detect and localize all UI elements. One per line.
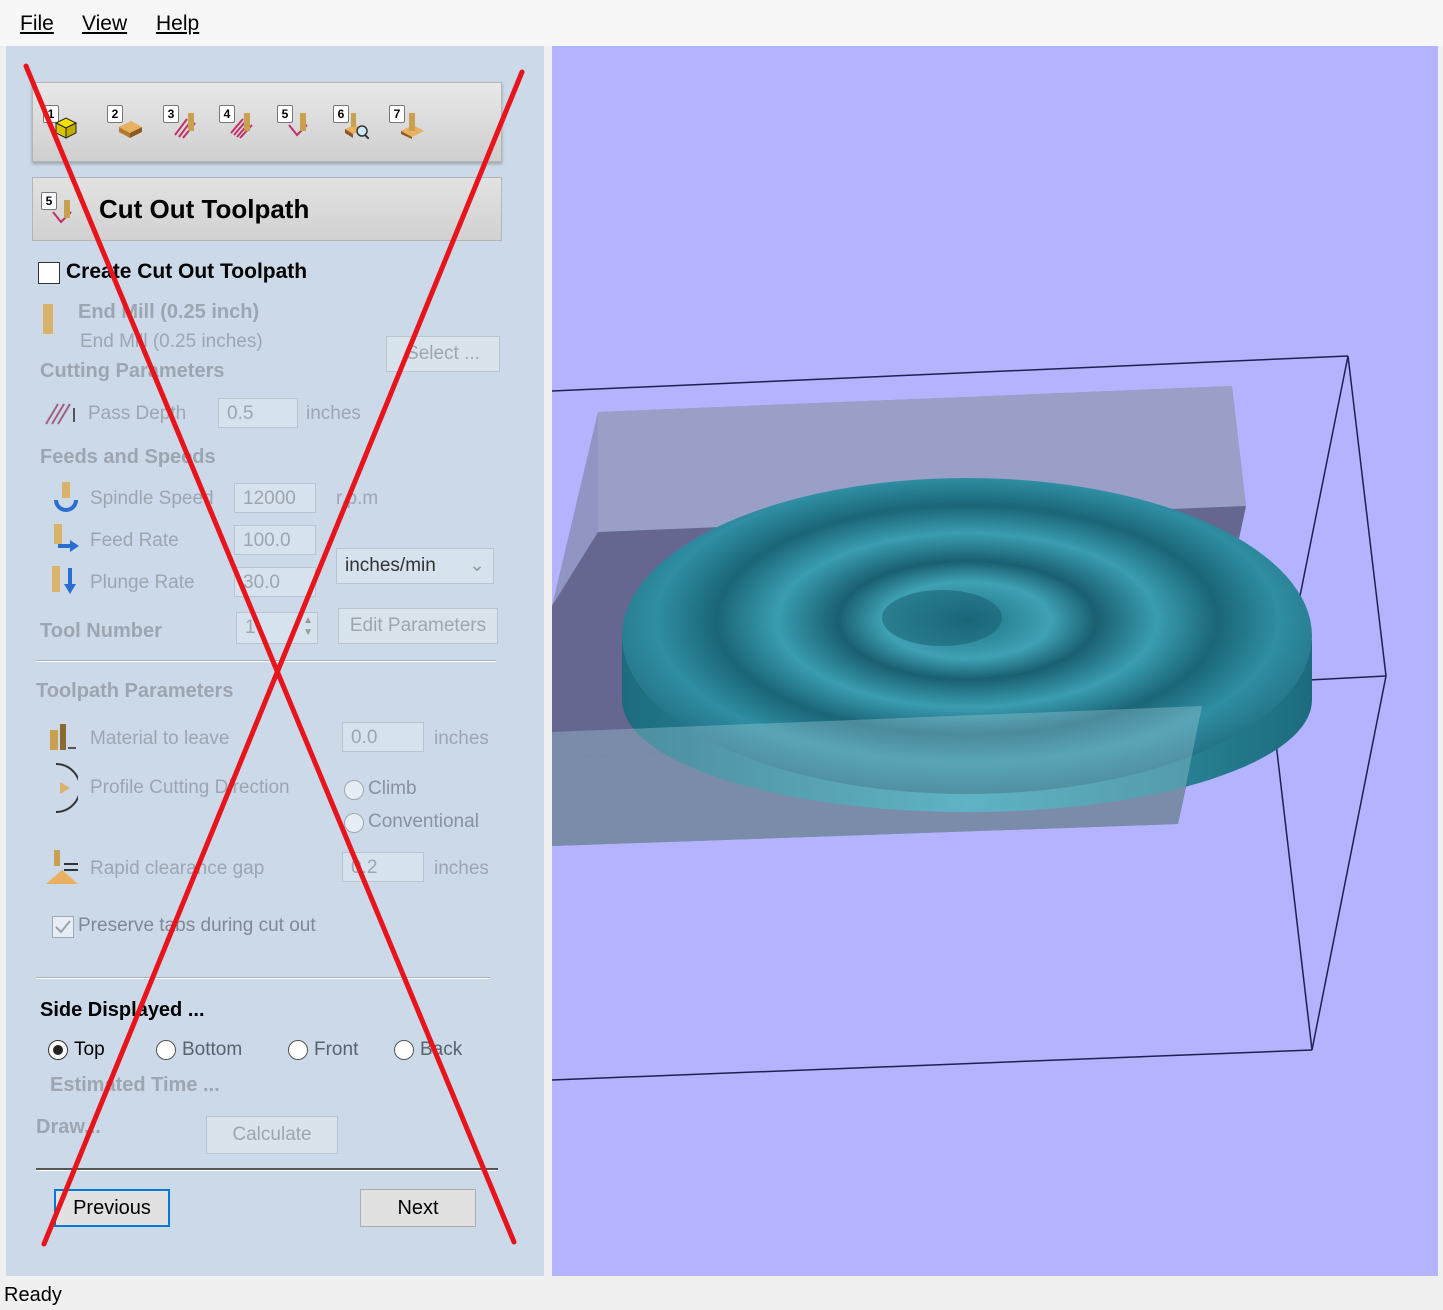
feed-rate-input[interactable]: 100.0: [234, 525, 316, 555]
edit-parameters-button[interactable]: Edit Parameters: [338, 608, 498, 644]
profile-direction-icon: [55, 763, 78, 813]
pass-depth-label: Pass Depth: [88, 403, 187, 424]
step-5-cutout-icon[interactable]: 5: [277, 105, 317, 145]
menu-view[interactable]: View: [82, 12, 127, 36]
step-6-preview-icon[interactable]: 6: [333, 105, 373, 145]
climb-label: Climb: [368, 778, 417, 799]
preserve-tabs-label: Preserve tabs during cut out: [78, 915, 316, 936]
side-top-radio[interactable]: [48, 1040, 68, 1060]
step-1-job-setup-icon[interactable]: 1: [43, 105, 83, 145]
side-bottom-radio[interactable]: [156, 1040, 176, 1060]
3d-view[interactable]: [552, 46, 1438, 1276]
preserve-tabs-checkbox[interactable]: [52, 916, 74, 938]
tool-number-spinner[interactable]: 1 ▲ ▼: [236, 612, 318, 644]
separator: [36, 660, 496, 662]
step-4-finishing-icon[interactable]: 4: [219, 105, 259, 145]
side-front-label: Front: [314, 1039, 359, 1060]
rapid-gap-unit: inches: [434, 858, 489, 879]
tool-description: End Mill (0.25 inches): [80, 331, 263, 352]
cutting-parameters-heading: Cutting Parameters: [40, 360, 225, 382]
pass-depth-input[interactable]: 0.5: [218, 398, 298, 428]
spindle-speed-unit: r.p.m: [336, 488, 379, 509]
material-leave-unit: inches: [434, 728, 489, 749]
tool-number-label: Tool Number: [40, 620, 162, 642]
tool-name: End Mill (0.25 inch): [78, 301, 260, 323]
spindle-speed-icon: [54, 482, 78, 512]
workflow-toolbar: 1 2 3 4 5 6 7: [32, 82, 502, 162]
climb-radio[interactable]: [344, 780, 364, 800]
separator: [36, 977, 490, 979]
end-mill-icon: [43, 304, 53, 334]
create-toolpath-label: Create Cut Out Toolpath: [66, 260, 308, 283]
separator: [36, 1168, 498, 1171]
side-front-radio[interactable]: [288, 1040, 308, 1060]
conventional-label: Conventional: [368, 811, 479, 832]
panel-title-bar: 5 Cut Out Toolpath: [32, 177, 502, 241]
side-back-label: Back: [420, 1039, 463, 1060]
spindle-speed-input[interactable]: 12000: [234, 483, 316, 513]
draw-label: Draw...: [36, 1116, 101, 1138]
conventional-radio[interactable]: [344, 813, 364, 833]
rapid-gap-icon: [46, 850, 78, 884]
rapid-gap-input[interactable]: 0.2: [342, 852, 424, 882]
calculate-button[interactable]: Calculate: [206, 1116, 338, 1154]
toolpath-parameters-heading: Toolpath Parameters: [36, 680, 234, 702]
plunge-rate-input[interactable]: 30.0: [234, 567, 316, 597]
spindle-speed-label: Spindle Speed: [90, 488, 214, 509]
pass-depth-icon: [45, 403, 75, 425]
material-leave-input[interactable]: 0.0: [342, 722, 424, 752]
chevron-down-icon: ⌄: [469, 555, 485, 576]
material-leave-label: Material to leave: [90, 728, 230, 749]
previous-button[interactable]: Previous: [54, 1189, 170, 1227]
status-text: Ready: [4, 1284, 62, 1306]
estimated-time: Estimated Time ...: [50, 1074, 220, 1096]
cutout-step-icon: 5: [41, 192, 81, 232]
select-tool-button[interactable]: Select ...: [386, 336, 500, 372]
spinner-arrows-icon[interactable]: ▲ ▼: [303, 615, 313, 639]
checkmark-icon: [55, 920, 71, 934]
menu-bar: File View Help: [0, 0, 1443, 46]
step-3-roughing-icon[interactable]: 3: [163, 105, 203, 145]
rapid-gap-label: Rapid clearance gap: [90, 858, 265, 879]
panel-title: Cut Out Toolpath: [99, 194, 310, 224]
plunge-rate-label: Plunge Rate: [90, 572, 195, 593]
menu-file[interactable]: File: [20, 12, 54, 36]
profile-direction-label: Profile Cutting Direction: [90, 777, 290, 798]
pass-depth-unit: inches: [306, 403, 361, 424]
3d-scene: [552, 355, 1387, 1081]
create-toolpath-checkbox[interactable]: [38, 262, 60, 284]
status-bar: Ready: [0, 1278, 1443, 1310]
side-back-radio[interactable]: [394, 1040, 414, 1060]
step-7-save-toolpath-icon[interactable]: 7: [389, 105, 429, 145]
side-bottom-label: Bottom: [182, 1039, 243, 1060]
step-2-material-icon[interactable]: 2: [107, 105, 147, 145]
side-displayed-heading: Side Displayed ...: [40, 999, 205, 1021]
side-top-label: Top: [74, 1039, 105, 1060]
next-button[interactable]: Next: [360, 1189, 476, 1227]
menu-help[interactable]: Help: [156, 12, 199, 36]
feeds-speeds-heading: Feeds and Speeds: [40, 446, 216, 468]
toolpath-panel: 1 2 3 4 5 6 7 5 Cut Out Toolpath Create …: [6, 46, 544, 1276]
rate-unit-select[interactable]: inches/min ⌄: [336, 548, 494, 584]
feed-rate-icon: [54, 524, 79, 552]
plunge-rate-icon: [52, 566, 76, 594]
feed-rate-label: Feed Rate: [90, 530, 179, 551]
material-leave-icon: [50, 724, 76, 750]
